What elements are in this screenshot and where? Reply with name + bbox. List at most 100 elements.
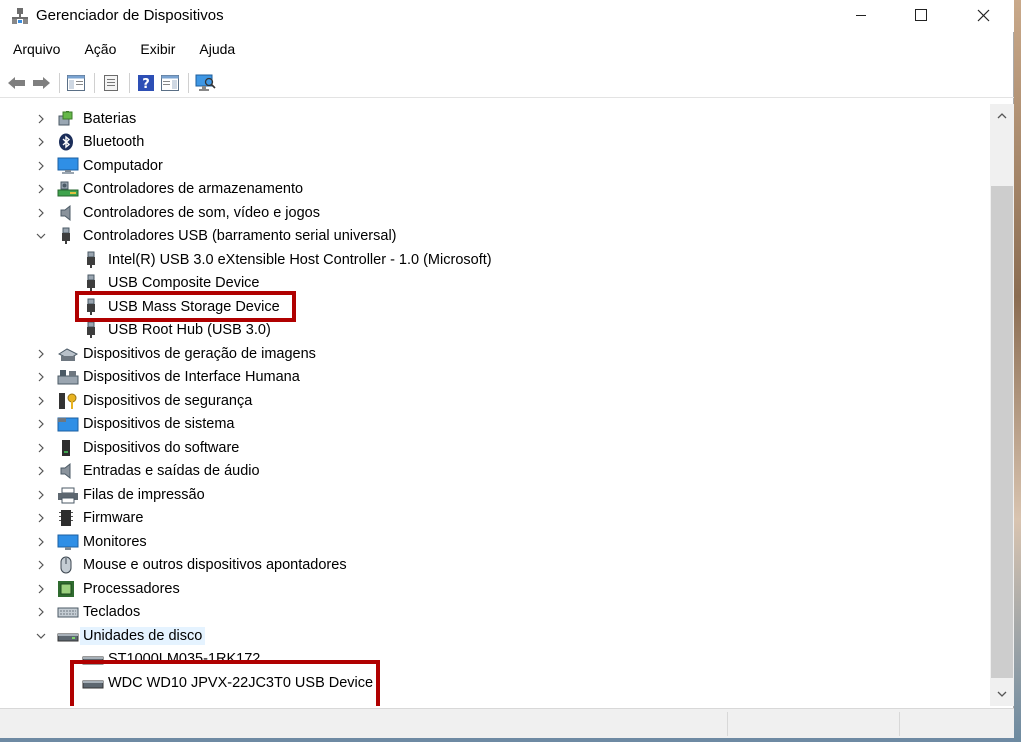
chevron-right-icon[interactable]	[35, 371, 47, 383]
tree-item-label: Baterias	[83, 110, 137, 127]
help-button[interactable]: ?	[135, 72, 157, 94]
tree-item-label: Controladores de som, vídeo e jogos	[83, 204, 320, 221]
device-manager-window: Gerenciador de Dispositivos Arquivo Ação…	[0, 0, 1014, 742]
menu-acao[interactable]: Ação	[71, 38, 127, 62]
back-button[interactable]	[6, 72, 28, 94]
usb-plug-icon	[87, 251, 95, 268]
chevron-down-icon	[997, 691, 1007, 697]
back-arrow-icon	[8, 76, 25, 89]
toolbar-separator	[188, 72, 189, 93]
window-bottom-edge	[0, 738, 1014, 742]
chevron-right-icon[interactable]	[35, 489, 47, 501]
forward-arrow-icon	[33, 76, 50, 89]
chevron-right-icon[interactable]	[35, 113, 47, 125]
close-icon	[977, 9, 989, 21]
firmware-chip-icon	[59, 509, 73, 526]
action-pane-button[interactable]	[159, 72, 181, 94]
device-tree[interactable]: Baterias Bluetooth Computador Controlado…	[2, 104, 990, 706]
svg-text:?: ?	[142, 77, 150, 92]
vertical-scrollbar[interactable]	[990, 104, 1014, 706]
show-hide-console-tree-icon	[67, 74, 85, 91]
chevron-right-icon[interactable]	[35, 207, 47, 219]
tree-item-label: Controladores de armazenamento	[83, 180, 304, 197]
computer-icon	[57, 157, 79, 174]
tree-item-label: USB Composite Device	[108, 274, 260, 291]
show-hide-console-tree-button[interactable]	[65, 72, 87, 94]
tree-item-label: Monitores	[83, 533, 147, 550]
maximize-icon	[915, 9, 927, 21]
hid-icon	[57, 369, 79, 384]
software-device-icon	[62, 439, 70, 456]
scan-hardware-icon	[195, 74, 216, 91]
toolbar-separator	[94, 72, 95, 93]
printer-icon	[58, 487, 78, 503]
desktop-background-strip	[1014, 0, 1021, 742]
processor-icon	[58, 580, 74, 597]
chevron-right-icon[interactable]	[35, 418, 47, 430]
minimize-button[interactable]	[838, 0, 884, 30]
scroll-down-button[interactable]	[990, 682, 1014, 706]
chevron-right-icon[interactable]	[35, 442, 47, 454]
menu-arquivo[interactable]: Arquivo	[0, 38, 71, 62]
speaker-icon	[60, 204, 71, 221]
forward-button[interactable]	[30, 72, 52, 94]
chevron-right-icon[interactable]	[35, 583, 47, 595]
tree-item-label: USB Mass Storage Device	[108, 298, 280, 315]
scrollbar-thumb[interactable]	[991, 186, 1013, 678]
chevron-right-icon[interactable]	[35, 183, 47, 195]
tree-item-label: Computador	[83, 157, 163, 174]
tree-item-label: Mouse e outros dispositivos apontadores	[83, 556, 347, 573]
tree-item-label: Filas de impressão	[83, 486, 205, 503]
device-manager-app-icon	[12, 8, 28, 24]
status-pane-divider	[899, 712, 900, 736]
tree-item-label: Controladores USB (barramento serial uni…	[83, 227, 397, 244]
scroll-up-button[interactable]	[990, 104, 1014, 128]
menu-exibir[interactable]: Exibir	[127, 38, 186, 62]
monitor-icon	[57, 534, 79, 550]
status-pane-divider	[727, 712, 728, 736]
tree-item-label: Dispositivos de sistema	[83, 415, 235, 432]
mouse-icon	[60, 556, 72, 573]
usb-plug-icon	[62, 227, 70, 244]
chevron-right-icon[interactable]	[35, 136, 47, 148]
tree-item-label: Firmware	[83, 509, 144, 526]
help-icon: ?	[138, 74, 154, 92]
tree-item-label: Bluetooth	[83, 133, 145, 150]
tree-item-label: ST1000LM035-1RK172	[108, 650, 261, 667]
menu-ajuda[interactable]: Ajuda	[186, 38, 246, 62]
properties-icon	[104, 74, 118, 91]
battery-icon	[58, 110, 73, 125]
tree-item-label: USB Root Hub (USB 3.0)	[108, 321, 271, 338]
chevron-right-icon[interactable]	[35, 465, 47, 477]
status-bar	[0, 708, 1014, 738]
chevron-right-icon[interactable]	[35, 606, 47, 618]
disk-drive-icon	[82, 680, 104, 688]
chevron-right-icon[interactable]	[35, 160, 47, 172]
close-button[interactable]	[960, 0, 1006, 30]
tree-item-label: WDC WD10 JPVX-22JC3T0 USB Device	[108, 674, 374, 691]
chevron-right-icon[interactable]	[35, 559, 47, 571]
toolbar-separator	[59, 72, 60, 93]
tree-item-label: Processadores	[83, 580, 180, 597]
tree-item-label: Dispositivos do software	[83, 439, 240, 456]
chevron-up-icon	[997, 113, 1007, 119]
chevron-right-icon[interactable]	[35, 348, 47, 360]
title-bar[interactable]: Gerenciador de Dispositivos	[0, 0, 1014, 32]
chevron-down-icon[interactable]	[35, 230, 47, 242]
disk-drive-icon	[82, 656, 104, 664]
maximize-button[interactable]	[898, 0, 944, 30]
chevron-right-icon[interactable]	[35, 395, 47, 407]
chevron-right-icon[interactable]	[35, 536, 47, 548]
properties-button[interactable]	[100, 72, 122, 94]
tree-item-label: Unidades de disco	[80, 626, 206, 645]
tree-item-label: Entradas e saídas de áudio	[83, 462, 260, 479]
scan-hardware-button[interactable]	[194, 72, 216, 94]
chevron-down-icon[interactable]	[35, 630, 47, 642]
keyboard-icon	[57, 607, 79, 617]
toolbar: ?	[0, 68, 1014, 98]
tree-item-label: Teclados	[83, 603, 141, 620]
chevron-right-icon[interactable]	[35, 512, 47, 524]
usb-plug-icon	[87, 274, 95, 291]
tree-item-label: Intel(R) USB 3.0 eXtensible Host Control…	[108, 251, 492, 268]
tree-item-label: Dispositivos de Interface Humana	[83, 368, 300, 385]
